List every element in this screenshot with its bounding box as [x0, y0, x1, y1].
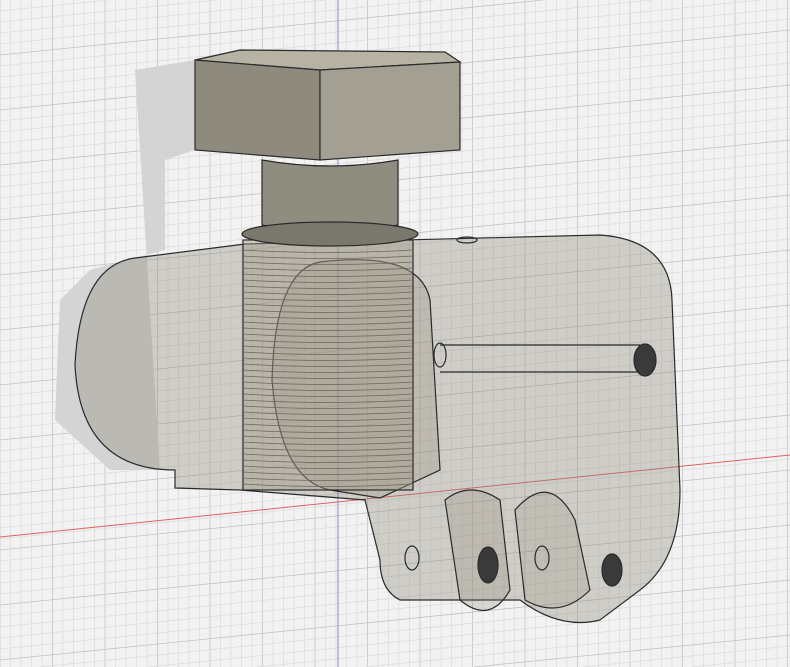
grid-line: [39, 590, 790, 667]
grid-line: [691, 656, 790, 667]
grid-line: [0, 0, 109, 12]
grid-line: [256, 612, 790, 667]
hole-icon: [601, 553, 623, 587]
hole-icon: [633, 343, 657, 377]
grid-line: [582, 645, 790, 667]
hole-icon: [477, 546, 499, 584]
collar-ring: [241, 221, 419, 247]
grid-line: [148, 601, 790, 667]
grid-line: [0, 0, 435, 45]
grid-line: [0, 0, 218, 23]
cap-side: [319, 61, 461, 161]
cap-front: [194, 59, 321, 161]
grid-line: [0, 0, 326, 34]
cad-viewport-canvas[interactable]: [0, 0, 790, 667]
